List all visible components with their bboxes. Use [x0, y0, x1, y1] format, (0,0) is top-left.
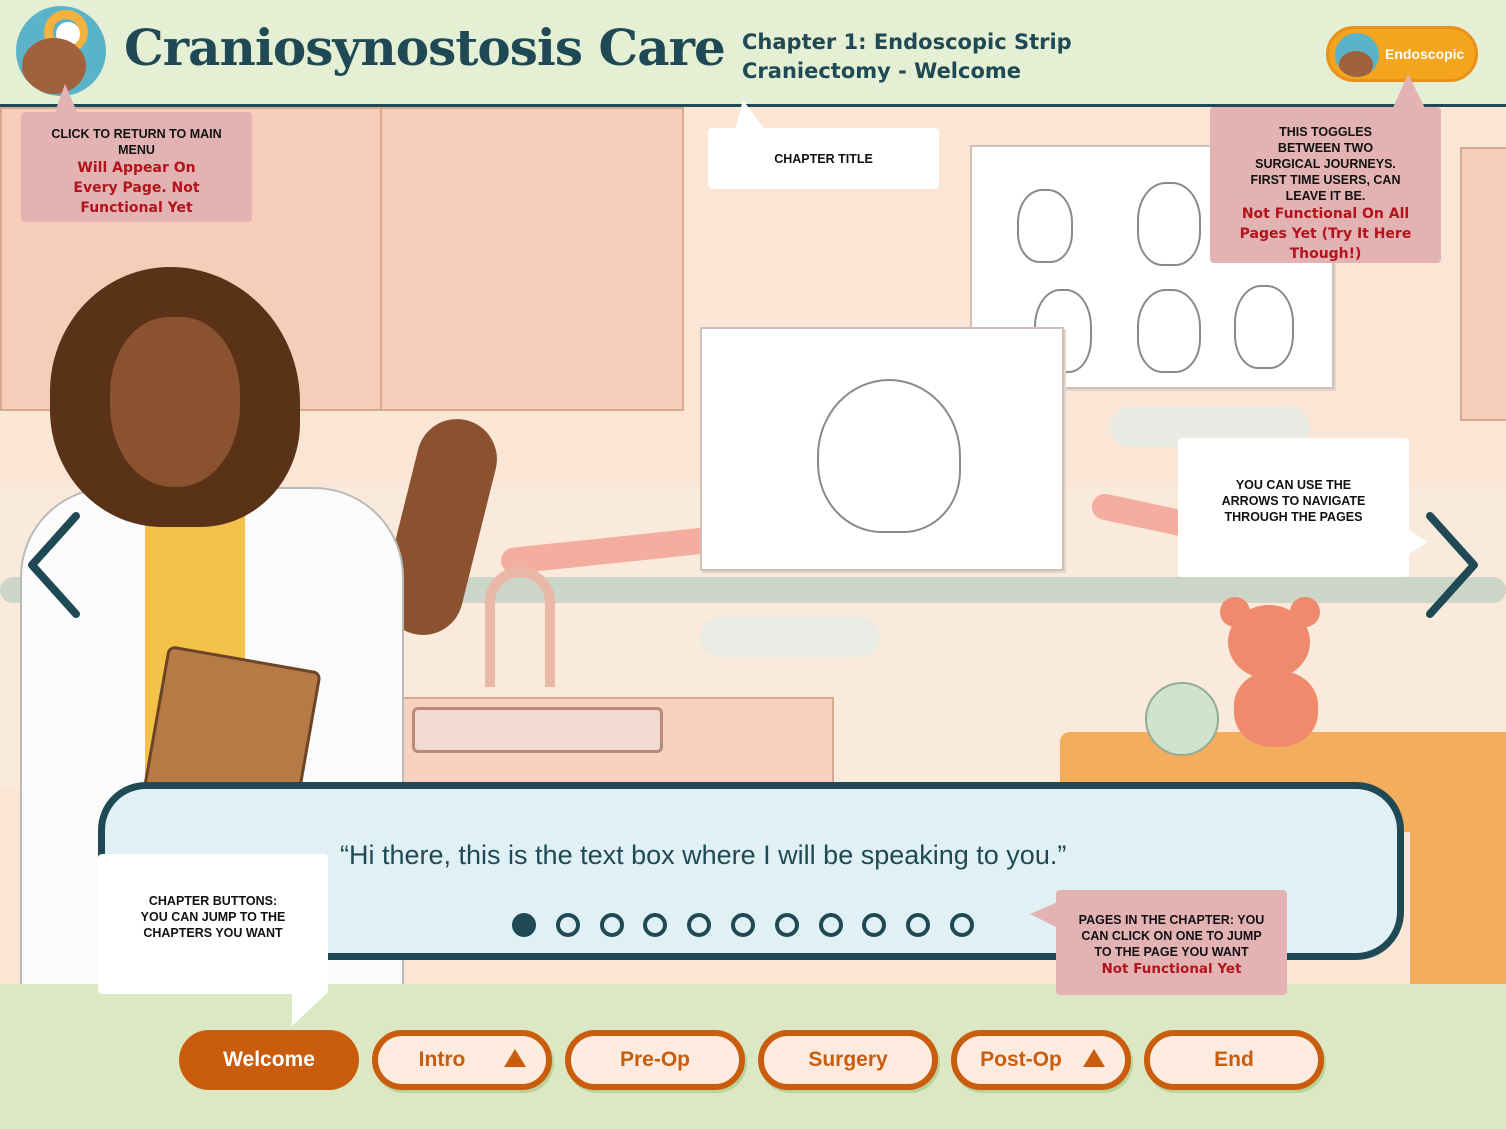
- main-menu-logo-button[interactable]: [16, 6, 106, 96]
- chapter-title: Chapter 1: Endoscopic Strip Craniectomy …: [742, 28, 1162, 86]
- page-dot-10[interactable]: [906, 913, 930, 937]
- skull-sketch: [1017, 189, 1073, 263]
- skull-sketch: [817, 379, 961, 533]
- chevron-left-icon[interactable]: [24, 510, 84, 620]
- annotation-caption: CHAPTER TITLE: [774, 152, 873, 166]
- chapter-button-post-op[interactable]: Post-Op: [951, 1030, 1131, 1090]
- page-dot-9[interactable]: [862, 913, 886, 937]
- bear-body: [1234, 671, 1318, 747]
- page-dot-11[interactable]: [950, 913, 974, 937]
- chapter-title-line-2: Craniectomy - Welcome: [742, 59, 1022, 83]
- toggle-label: Endoscopic: [1385, 46, 1465, 62]
- skull-anatomy-poster: [700, 327, 1064, 571]
- note-pointer: [292, 992, 328, 1026]
- triangle-up-icon[interactable]: [1083, 1049, 1105, 1067]
- note-pointer: [1030, 902, 1058, 928]
- note-pointer: [55, 84, 77, 112]
- annotation-pages: PAGES IN THE CHAPTER: YOU CAN CLICK ON O…: [1056, 890, 1287, 995]
- chapter-button-label: Welcome: [223, 1048, 315, 1071]
- annotation-caption: PAGES IN THE CHAPTER: YOU CAN CLICK ON O…: [1078, 913, 1265, 959]
- annotation-chapter-title: CHAPTER TITLE: [708, 128, 939, 189]
- page-dot-3[interactable]: [600, 913, 624, 937]
- note-pointer: [728, 100, 766, 130]
- skull-sketch: [1234, 285, 1294, 369]
- mural-cloud: [700, 617, 880, 657]
- page-dot-7[interactable]: [775, 913, 799, 937]
- baby-rattle: [1145, 682, 1219, 756]
- bear-head: [1228, 605, 1310, 679]
- chapter-button-label: End: [1214, 1048, 1254, 1071]
- annotation-chapter-buttons: CHAPTER BUTTONS: YOU CAN JUMP TO THE CHA…: [98, 854, 328, 994]
- skull-sketch: [1137, 182, 1201, 266]
- annotation-main-menu: CLICK TO RETURN TO MAIN MENU Will Appear…: [21, 112, 252, 222]
- page-dot-1[interactable]: [512, 913, 536, 937]
- cabinet-far-right: [1460, 147, 1506, 421]
- app-title: Craniosynostosis Care: [124, 18, 726, 77]
- chapter-button-surgery[interactable]: Surgery: [758, 1030, 938, 1090]
- annotation-note: Not Functional On All Pages Yet (Try It …: [1239, 206, 1412, 262]
- chapter-button-pre-op[interactable]: Pre-Op: [565, 1030, 745, 1090]
- annotation-note: Will Appear On Every Page. Not Functiona…: [73, 160, 200, 216]
- annotation-caption: THIS TOGGLES BETWEEN TWO SURGICAL JOURNE…: [1250, 125, 1401, 203]
- annotation-arrows: YOU CAN USE THE ARROWS TO NAVIGATE THROU…: [1178, 438, 1409, 577]
- chapter-button-welcome[interactable]: Welcome: [179, 1030, 359, 1090]
- dialogue-text: “Hi there, this is the text box where I …: [340, 840, 1067, 870]
- skull-sketch: [1137, 289, 1201, 373]
- page-dot-5[interactable]: [687, 913, 711, 937]
- chapter-title-line-1: Chapter 1: Endoscopic Strip: [742, 30, 1072, 54]
- annotation-caption: YOU CAN USE THE ARROWS TO NAVIGATE THROU…: [1221, 478, 1366, 524]
- chapter-button-intro[interactable]: Intro: [372, 1030, 552, 1090]
- annotation-caption: CHAPTER BUTTONS: YOU CAN JUMP TO THE CHA…: [140, 894, 286, 940]
- note-pointer: [1406, 528, 1428, 556]
- annotation-note: Not Functional Yet: [1101, 961, 1242, 977]
- page-dot-6[interactable]: [731, 913, 755, 937]
- page-dot-4[interactable]: [643, 913, 667, 937]
- doctor-face: [110, 317, 240, 487]
- chapter-button-end[interactable]: End: [1144, 1030, 1324, 1090]
- chapter-button-label: Surgery: [808, 1048, 888, 1071]
- annotation-caption: CLICK TO RETURN TO MAIN MENU: [51, 127, 222, 157]
- triangle-up-icon[interactable]: [504, 1049, 526, 1067]
- chapter-button-label: Pre-Op: [619, 1048, 690, 1071]
- note-pointer: [1392, 74, 1426, 110]
- bench-side: [1410, 827, 1506, 984]
- toggle-thumb-baby-icon: [1335, 33, 1379, 77]
- annotation-toggle: THIS TOGGLES BETWEEN TWO SURGICAL JOURNE…: [1210, 107, 1441, 263]
- teddy-bear: [1220, 597, 1330, 747]
- page-dot-8[interactable]: [819, 913, 843, 937]
- chevron-right-icon[interactable]: [1422, 510, 1482, 620]
- app-header: Craniosynostosis Care Chapter 1: Endosco…: [0, 0, 1506, 107]
- page-dot-2[interactable]: [556, 913, 580, 937]
